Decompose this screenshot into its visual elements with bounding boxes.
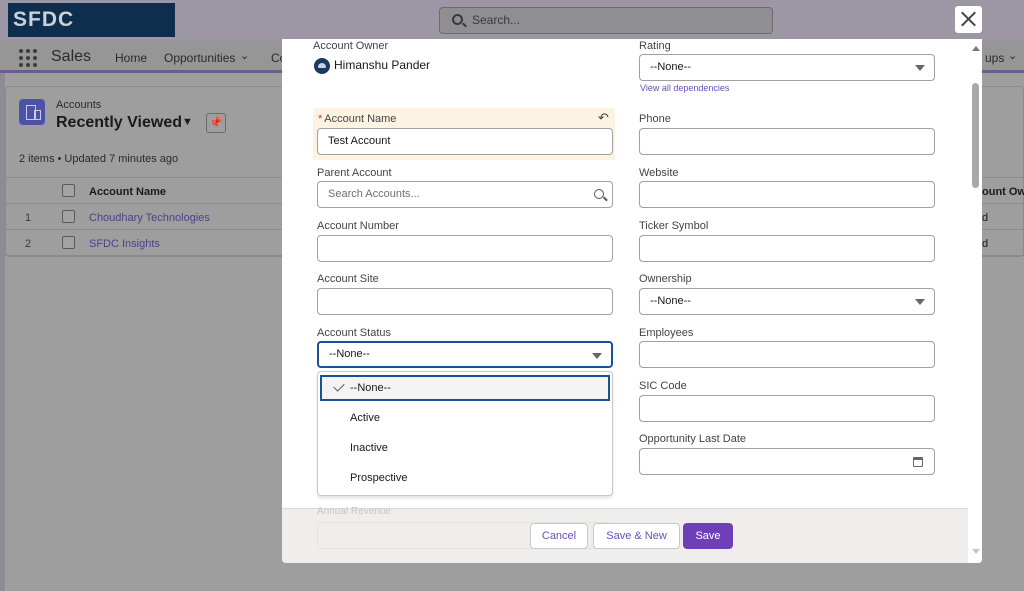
chevron-down-icon[interactable]: ⌄ [240, 49, 249, 62]
website-label: Website [639, 167, 679, 179]
calendar-icon[interactable] [913, 457, 923, 467]
search-placeholder: Search... [472, 13, 521, 27]
phone-input[interactable] [639, 128, 935, 155]
app-launcher-icon[interactable] [19, 49, 37, 67]
logo: SFDC INSIGHTS [8, 3, 175, 65]
ticker-symbol-input[interactable] [639, 235, 935, 262]
ownership-label: Ownership [639, 273, 692, 285]
undo-icon[interactable]: ↶ [598, 110, 609, 126]
caret-down-icon [915, 65, 925, 71]
opportunity-last-date-input[interactable] [639, 448, 935, 475]
employees-input[interactable] [639, 341, 935, 368]
opportunity-last-date-label: Opportunity Last Date [639, 433, 747, 445]
account-number-label: Account Number [317, 220, 399, 232]
modal-body: Account Owner Himanshu Pander * Account N… [282, 39, 982, 508]
nav-item-groups-partial[interactable]: ups [985, 51, 1004, 65]
caret-down-icon [915, 299, 925, 305]
account-site-label: Account Site [317, 273, 379, 285]
pin-icon[interactable]: 📌 [206, 113, 226, 133]
website-input[interactable] [639, 181, 935, 208]
account-link[interactable]: SFDC Insights [89, 238, 160, 250]
ownership-value: --None-- [650, 295, 691, 307]
parent-account-placeholder: Search Accounts... [328, 188, 420, 200]
chevron-down-icon[interactable]: ⌄ [1008, 49, 1017, 62]
owner-cell: d [982, 238, 989, 250]
save-and-new-button[interactable]: Save & New [593, 523, 680, 549]
ownership-select[interactable]: --None-- [639, 288, 935, 315]
row-checkbox[interactable] [62, 236, 75, 249]
rating-label: Rating [639, 40, 671, 52]
scrollbar-thumb[interactable] [972, 83, 979, 188]
required-marker: * [318, 113, 323, 125]
row-checkbox[interactable] [62, 210, 75, 223]
phone-label: Phone [639, 113, 671, 125]
parent-account-label: Parent Account [317, 167, 392, 179]
employees-label: Employees [639, 327, 694, 339]
app-name: Sales [51, 48, 92, 65]
row-number: 2 [25, 238, 32, 250]
account-site-input[interactable] [317, 288, 613, 315]
dropdown-option-prospective[interactable]: Prospective [320, 465, 610, 491]
rating-select[interactable]: --None-- [639, 54, 935, 81]
account-name-label-text: Account Name [324, 113, 397, 125]
annual-revenue-label: Annual Revenue [317, 506, 391, 517]
sic-code-input[interactable] [639, 395, 935, 422]
account-link[interactable]: Choudhary Technologies [89, 212, 210, 224]
cancel-button[interactable]: Cancel [530, 523, 588, 549]
nav-item-opportunities[interactable]: Opportunities [164, 51, 235, 65]
account-status-value: --None-- [329, 348, 370, 360]
column-header-account-owner[interactable]: ount Own [982, 186, 1024, 198]
scroll-up-arrow-icon[interactable] [972, 46, 980, 51]
account-object-icon [19, 99, 45, 125]
nav-item-home[interactable]: Home [115, 51, 147, 65]
select-all-checkbox[interactable] [62, 184, 75, 197]
global-search-input[interactable]: Search... [439, 7, 773, 34]
scroll-down-arrow-icon[interactable] [972, 549, 980, 554]
account-owner-label: Account Owner [313, 40, 389, 52]
close-modal-button[interactable] [955, 6, 982, 33]
list-view-title[interactable]: Recently Viewed [56, 114, 182, 132]
rating-value: --None-- [650, 61, 691, 73]
row-number: 1 [25, 212, 32, 224]
column-header-account-name[interactable]: Account Name [89, 186, 166, 198]
list-meta: 2 items • Updated 7 minutes ago [19, 153, 179, 165]
dropdown-option-none[interactable]: --None-- [320, 375, 610, 401]
check-icon [333, 380, 345, 392]
sic-code-label: SIC Code [639, 380, 687, 392]
search-icon [452, 14, 463, 25]
owner-cell: d [982, 212, 989, 224]
ticker-symbol-label: Ticker Symbol [639, 220, 709, 232]
view-dependencies-link[interactable]: View all dependencies [640, 83, 729, 93]
account-status-label: Account Status [317, 327, 391, 339]
account-name-label: * Account Name [318, 113, 396, 125]
caret-down-icon [592, 353, 602, 359]
new-account-modal: Account Owner Himanshu Pander * Account N… [282, 39, 982, 563]
account-status-dropdown: --None-- Active Inactive Prospective [317, 371, 613, 496]
account-status-select[interactable]: --None-- [317, 341, 613, 368]
account-owner-value: Himanshu Pander [334, 58, 431, 72]
dropdown-option-active[interactable]: Active [320, 405, 610, 431]
dropdown-option-inactive[interactable]: Inactive [320, 435, 610, 461]
parent-account-input[interactable]: Search Accounts... [317, 181, 613, 208]
account-name-input[interactable]: Test Account [317, 128, 613, 155]
object-label: Accounts [56, 99, 102, 111]
option-label: --None-- [350, 382, 391, 394]
search-icon [594, 189, 604, 199]
save-button[interactable]: Save [683, 523, 733, 549]
caret-down-icon[interactable]: ▼ [182, 116, 193, 128]
account-number-input[interactable] [317, 235, 613, 262]
global-header: SFDC INSIGHTS Search... [0, 0, 1024, 65]
avatar [314, 58, 330, 74]
